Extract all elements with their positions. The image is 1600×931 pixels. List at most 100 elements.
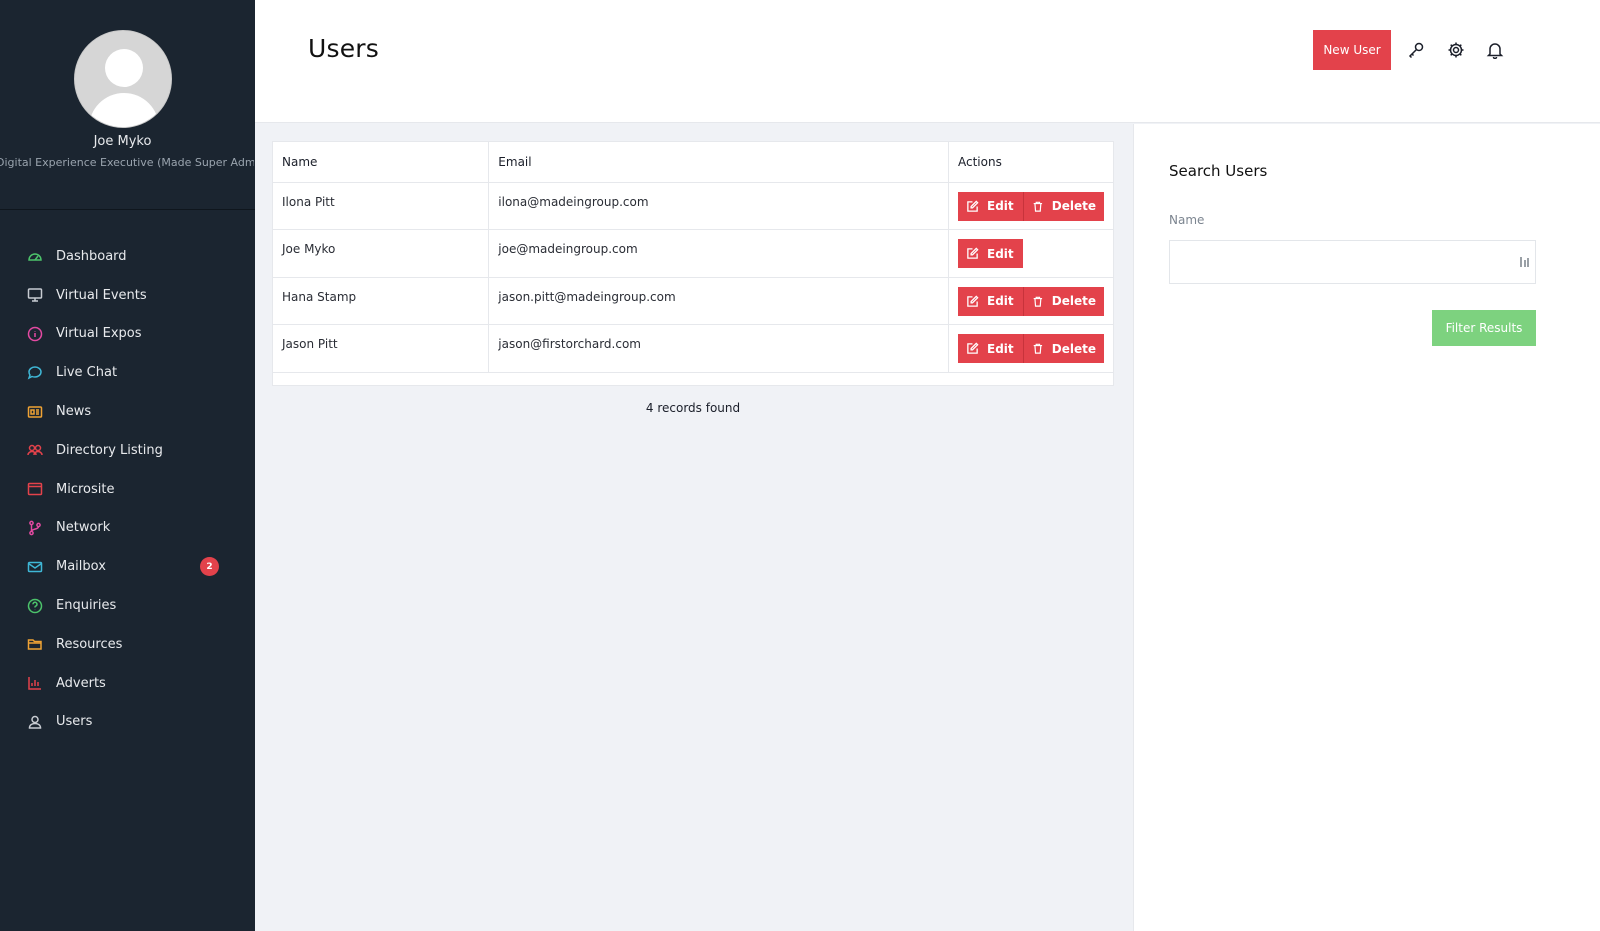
edit-label: Edit [987,199,1014,213]
user-email-cell: ilona@madeingroup.com [488,182,949,230]
page-title: Users [308,34,380,63]
gear-icon[interactable] [1446,40,1466,60]
user-name-cell: Ilona Pitt [273,182,490,230]
name-search-input[interactable] [1169,240,1536,284]
sidebar-item-resources[interactable]: Resources [0,625,255,664]
info-icon [26,325,43,342]
sidebar-item-label: Microsite [56,481,115,497]
git-branch-icon [26,519,43,536]
row-action-buttons: Edit Delete [958,191,1104,221]
key-icon[interactable] [1406,40,1426,60]
user-icon [26,713,43,730]
actions-cell: Edit Delete [948,277,1113,325]
column-header-actions: Actions [948,142,1113,183]
browser-icon [26,481,43,498]
profile-name: Joe Myko [93,134,152,149]
sidebar-item-directory-listing[interactable]: Directory Listing [0,431,255,470]
sidebar-item-label: Virtual Expos [56,326,142,342]
row-action-buttons: Edit Delete [958,286,1104,316]
search-panel-title: Search Users [1169,162,1268,180]
edit-button[interactable]: Edit [958,191,1023,221]
users-group-icon [26,442,43,459]
delete-button[interactable]: Delete [1023,286,1104,316]
user-email-cell: joe@madeingroup.com [488,229,949,278]
delete-label: Delete [1051,199,1096,213]
sidebar-item-enquiries[interactable]: Enquiries [0,586,255,625]
delete-button[interactable]: Delete [1023,191,1104,221]
table-header-row: Name Email Actions [273,142,1113,183]
bell-icon[interactable] [1485,40,1505,60]
sidebar-item-news[interactable]: News [0,392,255,431]
delete-button[interactable]: Delete [1023,334,1104,363]
user-name-cell: Joe Myko [273,229,490,278]
edit-button[interactable]: Edit [958,239,1023,268]
user-name-cell: Hana Stamp [273,277,490,325]
filter-results-button[interactable]: Filter Results [1432,310,1536,346]
monitor-icon [26,287,43,304]
sidebar-item-virtual-expos[interactable]: Virtual Expos [0,315,255,354]
mailbox-count-badge: 2 [200,557,219,577]
sidebar-item-label: Adverts [56,675,106,691]
trash-icon [1033,343,1043,354]
table-row: Hana Stamp jason.pitt@madeingroup.com Ed… [273,277,1113,325]
sidebar-item-label: Live Chat [56,365,118,381]
table-row: Jason Pitt jason@firstorchard.com Edit D… [273,324,1113,373]
edit-label: Edit [987,341,1014,356]
column-header-email[interactable]: Email [488,142,949,183]
bar-chart-icon [26,675,43,692]
sidebar-item-label: Resources [56,636,123,652]
edit-icon [967,247,979,259]
sidebar-item-label: News [56,404,92,420]
actions-cell: Edit Delete [948,324,1113,373]
edit-icon [967,294,979,307]
sidebar-item-network[interactable]: Network [0,509,255,548]
user-email-cell: jason@firstorchard.com [488,324,949,373]
profile-role: Digital Experience Executive (Made Super… [0,156,254,169]
new-user-button[interactable]: New User [1313,30,1391,70]
delete-label: Delete [1051,341,1096,356]
table-row: Joe Myko joe@madeingroup.com Edit [273,229,1113,278]
sidebar-item-virtual-events[interactable]: Virtual Events [0,276,255,315]
edit-label: Edit [987,294,1014,308]
search-panel: Search Users Name Filter Results [1133,124,1600,931]
actions-cell: Edit [948,229,1113,278]
trash-icon [1033,201,1043,212]
sidebar-item-label: Dashboard [56,248,127,264]
help-circle-icon [26,597,43,614]
dashboard-icon [26,248,43,265]
sidebar-item-microsite[interactable]: Microsite [0,470,255,509]
edit-button[interactable]: Edit [958,286,1023,316]
delete-label: Delete [1051,294,1096,308]
sidebar-item-label: Virtual Events [56,287,147,303]
row-action-buttons: Edit [958,239,1023,268]
edit-icon [967,342,979,354]
sidebar-item-label: Mailbox [56,559,106,575]
newspaper-icon [26,403,43,420]
sidebar-item-dashboard[interactable]: Dashboard [0,237,255,276]
sidebar-item-mailbox[interactable]: Mailbox 2 [0,547,255,586]
edit-label: Edit [987,246,1014,261]
edit-icon [967,199,979,212]
user-email-cell: jason.pitt@madeingroup.com [488,277,949,325]
sidebar: Joe Myko Digital Experience Executive (M… [0,0,255,931]
mail-icon [26,558,43,575]
chat-icon [26,364,43,381]
password-manager-icon[interactable] [1520,256,1530,268]
edit-button[interactable]: Edit [958,334,1023,363]
sidebar-item-users[interactable]: Users [0,703,255,742]
trash-icon [1033,296,1043,307]
avatar[interactable] [74,30,172,128]
sidebar-item-label: Users [56,714,93,730]
sidebar-item-label: Enquiries [56,598,117,614]
sidebar-item-label: Directory Listing [56,442,163,458]
records-count: 4 records found [645,401,741,415]
top-header: Users New User [255,0,1600,123]
user-name-cell: Jason Pitt [273,324,490,373]
sidebar-nav: Dashboard Virtual Events Virtual Expos L… [0,237,255,741]
sidebar-item-adverts[interactable]: Adverts [0,664,255,703]
row-action-buttons: Edit Delete [958,334,1104,363]
sidebar-item-live-chat[interactable]: Live Chat [0,353,255,392]
column-header-name[interactable]: Name [273,142,490,183]
name-field-label: Name [1169,213,1205,227]
sidebar-item-label: Network [56,520,111,536]
